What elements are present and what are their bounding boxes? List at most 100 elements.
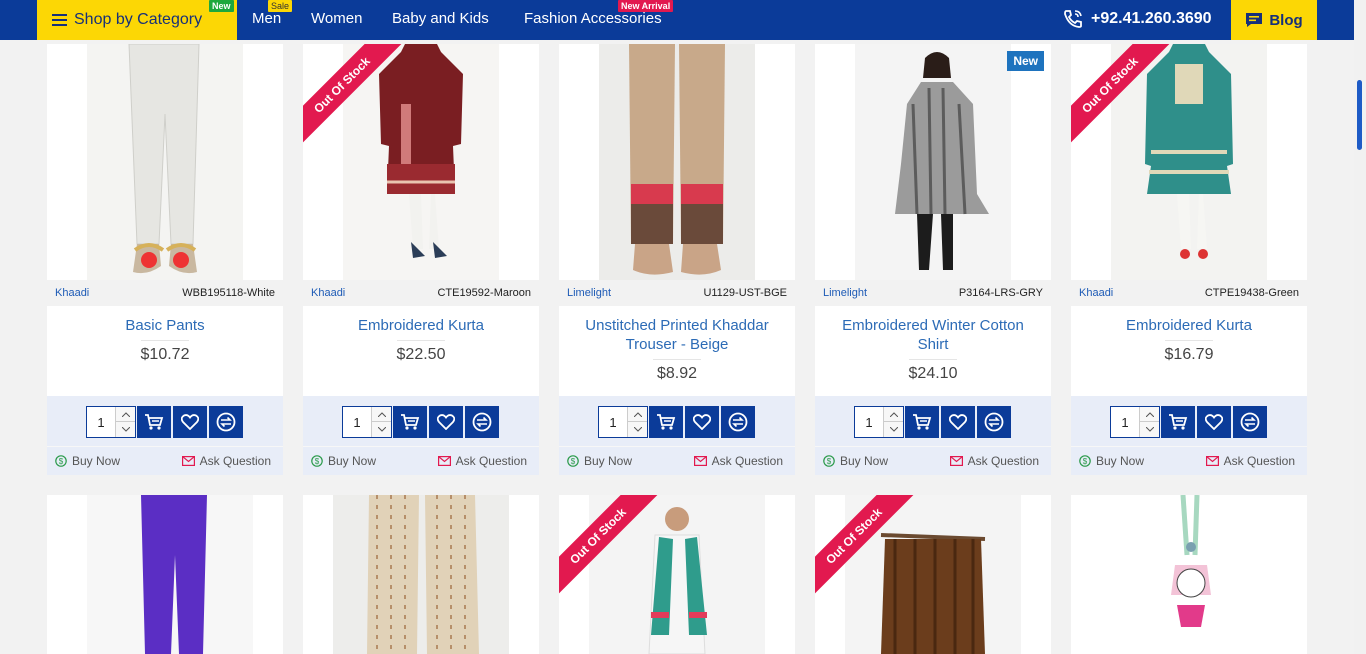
new-arrival-badge: New Arrival: [618, 0, 674, 12]
product-title[interactable]: Embroidered Kurta: [317, 316, 525, 335]
quantity-increase-button[interactable]: [1139, 407, 1159, 422]
dollar-circle-icon: $: [823, 455, 835, 467]
chevron-up-icon: [121, 411, 130, 417]
cart-icon: [913, 414, 932, 430]
compare-button[interactable]: [1233, 406, 1267, 438]
product-image[interactable]: [1071, 495, 1307, 654]
product-brand[interactable]: Khaadi: [55, 287, 89, 299]
quantity-decrease-button[interactable]: [1139, 422, 1159, 437]
new-badge: New: [209, 0, 234, 12]
envelope-icon: [181, 456, 195, 466]
product-card: Out Of Stock: [559, 495, 795, 654]
buy-now-link[interactable]: $ Buy Now: [1079, 454, 1144, 468]
product-title[interactable]: Basic Pants: [61, 316, 269, 335]
compare-icon: [216, 412, 236, 432]
quantity-decrease-button[interactable]: [115, 422, 135, 437]
product-secondary-actions: $ Buy Now Ask Question: [303, 446, 539, 475]
product-image[interactable]: Out Of Stock: [815, 495, 1051, 654]
product-brand[interactable]: Limelight: [567, 287, 611, 299]
chevron-down-icon: [889, 427, 898, 432]
envelope-icon: [949, 456, 963, 466]
compare-button[interactable]: [721, 406, 755, 438]
add-to-cart-button[interactable]: [1161, 406, 1195, 438]
quantity-input[interactable]: [87, 407, 115, 437]
add-to-wishlist-button[interactable]: [429, 406, 463, 438]
product-actions: [559, 396, 795, 446]
add-to-cart-button[interactable]: [905, 406, 939, 438]
out-of-stock-label: Out Of Stock: [1071, 44, 1171, 144]
product-title[interactable]: Unstitched Printed Khaddar Trouser - Bei…: [573, 316, 781, 354]
product-image[interactable]: [47, 44, 283, 280]
add-to-wishlist-button[interactable]: [173, 406, 207, 438]
product-brand[interactable]: Khaadi: [1079, 287, 1113, 299]
cart-icon: [1169, 414, 1188, 430]
product-image[interactable]: [559, 44, 795, 280]
product-image[interactable]: Out Of Stock: [1071, 44, 1307, 280]
scrollbar-thumb[interactable]: [1357, 80, 1362, 150]
quantity-input[interactable]: [599, 407, 627, 437]
chat-icon: [1246, 13, 1263, 27]
buy-now-link[interactable]: $ Buy Now: [311, 454, 376, 468]
product-card: Khaadi WBB195118-White Basic Pants $10.7…: [47, 44, 283, 475]
add-to-wishlist-button[interactable]: [941, 406, 975, 438]
ask-question-link[interactable]: Ask Question: [693, 454, 783, 468]
page-scrollbar[interactable]: [1354, 0, 1366, 654]
product-image[interactable]: Out Of Stock: [303, 44, 539, 280]
buy-now-link[interactable]: $ Buy Now: [823, 454, 888, 468]
quantity-input[interactable]: [855, 407, 883, 437]
compare-button[interactable]: [209, 406, 243, 438]
out-of-stock-label: Out Of Stock: [303, 44, 403, 144]
quantity-increase-button[interactable]: [627, 407, 647, 422]
ask-question-link[interactable]: Ask Question: [949, 454, 1039, 468]
heart-icon: [181, 414, 199, 430]
quantity-increase-button[interactable]: [115, 407, 135, 422]
chevron-up-icon: [1145, 411, 1154, 417]
product-image[interactable]: Out Of Stock: [559, 495, 795, 654]
quantity-decrease-button[interactable]: [883, 422, 903, 437]
product-card: Out Of Stock: [815, 495, 1051, 654]
quantity-decrease-button[interactable]: [371, 422, 391, 437]
product-price: $24.10: [829, 359, 1037, 383]
add-to-cart-button[interactable]: [649, 406, 683, 438]
product-card: [1071, 495, 1307, 654]
quantity-increase-button[interactable]: [371, 407, 391, 422]
shop-by-category-button[interactable]: Shop by Category: [37, 0, 237, 40]
add-to-cart-button[interactable]: [137, 406, 171, 438]
add-to-cart-button[interactable]: [393, 406, 427, 438]
quantity-increase-button[interactable]: [883, 407, 903, 422]
dollar-circle-icon: $: [311, 455, 323, 467]
product-title[interactable]: Embroidered Winter Cotton Shirt: [829, 316, 1037, 354]
buy-now-link[interactable]: $ Buy Now: [55, 454, 120, 468]
product-title[interactable]: Embroidered Kurta: [1085, 316, 1293, 335]
product-card: Out Of Stock Khaadi CTE19592-Maroon Embr…: [303, 44, 539, 475]
buy-now-link[interactable]: $ Buy Now: [567, 454, 632, 468]
quantity-decrease-button[interactable]: [627, 422, 647, 437]
nav-women[interactable]: Women: [311, 0, 362, 38]
product-sku: U1129-UST-BGE: [703, 287, 787, 299]
product-actions: [815, 396, 1051, 446]
shop-by-category-label: Shop by Category: [74, 11, 203, 28]
product-brand[interactable]: Khaadi: [311, 287, 345, 299]
ask-question-link[interactable]: Ask Question: [1205, 454, 1295, 468]
quantity-input[interactable]: [1111, 407, 1139, 437]
add-to-wishlist-button[interactable]: [685, 406, 719, 438]
product-brand[interactable]: Limelight: [823, 287, 867, 299]
dollar-circle-icon: $: [55, 455, 67, 467]
product-image[interactable]: [303, 495, 539, 654]
chevron-down-icon: [633, 427, 642, 432]
nav-baby-kids[interactable]: Baby and Kids: [392, 0, 489, 38]
product-card: Limelight U1129-UST-BGE Unstitched Print…: [559, 44, 795, 475]
blog-button[interactable]: Blog: [1231, 0, 1317, 40]
ask-question-link[interactable]: Ask Question: [181, 454, 271, 468]
quantity-input[interactable]: [343, 407, 371, 437]
compare-button[interactable]: [465, 406, 499, 438]
ask-question-link[interactable]: Ask Question: [437, 454, 527, 468]
add-to-wishlist-button[interactable]: [1197, 406, 1231, 438]
compare-icon: [984, 412, 1004, 432]
product-image[interactable]: New: [815, 44, 1051, 280]
dollar-circle-icon: $: [1079, 455, 1091, 467]
product-image[interactable]: [47, 495, 283, 654]
compare-button[interactable]: [977, 406, 1011, 438]
phone-contact[interactable]: +92.41.260.3690: [1062, 0, 1212, 38]
svg-text:$: $: [1083, 457, 1088, 466]
